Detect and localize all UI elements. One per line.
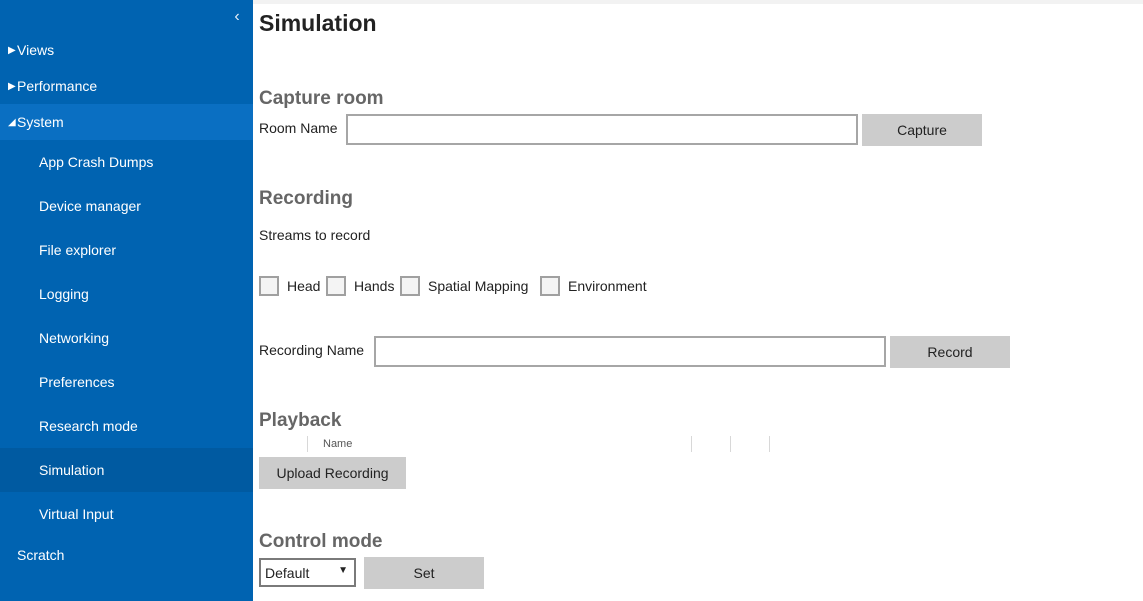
column-separator [307, 436, 308, 452]
recording-name-label: Recording Name [259, 342, 365, 358]
recording-name-input[interactable] [374, 336, 886, 367]
nav-item-system[interactable]: ◢ System [0, 104, 253, 140]
room-name-label: Room Name [259, 120, 338, 136]
nav-item-label: Device manager [39, 198, 141, 214]
recording-heading: Recording [259, 188, 353, 209]
page-title: Simulation [259, 10, 377, 36]
nav-item-label: File explorer [39, 242, 117, 258]
nav-item-performance[interactable]: ▶ Performance [0, 68, 253, 104]
nav-item-label: Performance [17, 78, 98, 94]
control-mode-heading: Control mode [259, 531, 383, 552]
nav-item-label: Preferences [39, 374, 115, 390]
nav-item-research-mode[interactable]: Research mode [0, 404, 253, 448]
column-separator [730, 436, 731, 452]
environment-checkbox-label: Environment [568, 278, 647, 294]
nav-item-label: Scratch [17, 547, 65, 563]
set-button[interactable]: Set [364, 557, 484, 589]
column-separator [769, 436, 770, 452]
nav-item-virtual-input[interactable]: Virtual Input [0, 492, 253, 536]
capture-button[interactable]: Capture [862, 114, 982, 146]
nav-item-device-manager[interactable]: Device manager [0, 184, 253, 228]
dropdown-arrow-icon: ▼ [338, 565, 348, 576]
top-divider [253, 0, 1143, 4]
hands-checkbox-label: Hands [354, 278, 395, 294]
spatial-mapping-checkbox[interactable] [400, 276, 420, 296]
nav-item-preferences[interactable]: Preferences [0, 360, 253, 404]
environment-checkbox[interactable] [540, 276, 560, 296]
nav-item-label: App Crash Dumps [39, 154, 154, 170]
name-column-header[interactable]: Name [323, 438, 352, 450]
nav-item-label: Logging [39, 286, 89, 302]
nav-item-logging[interactable]: Logging [0, 272, 253, 316]
playback-heading: Playback [259, 410, 342, 431]
nav-item-label: Simulation [39, 462, 105, 478]
playback-table-header: Name [259, 434, 779, 454]
hands-checkbox[interactable] [326, 276, 346, 296]
control-mode-selected-value: Default [265, 564, 310, 581]
head-checkbox-label: Head [287, 278, 321, 294]
capture-room-heading: Capture room [259, 88, 384, 109]
nav-item-app-crash-dumps[interactable]: App Crash Dumps [0, 140, 253, 184]
collapse-triangle-icon: ◢ [8, 116, 16, 128]
nav-item-networking[interactable]: Networking [0, 316, 253, 360]
streams-to-record-label: Streams to record [259, 227, 371, 243]
sidebar: ‹ ▶ Views ▶ Performance ◢ System App Cra… [0, 0, 253, 601]
head-checkbox[interactable] [259, 276, 279, 296]
collapse-sidebar-icon[interactable]: ‹ [229, 8, 245, 26]
nav-item-simulation[interactable]: Simulation [0, 448, 253, 492]
upload-recording-button[interactable]: Upload Recording [259, 457, 406, 489]
nav-item-scratch[interactable]: Scratch [0, 536, 253, 574]
expand-triangle-icon: ▶ [8, 44, 16, 56]
record-button[interactable]: Record [890, 336, 1010, 368]
nav-item-label: Networking [39, 330, 110, 346]
nav-item-label: Views [17, 42, 55, 58]
expand-triangle-icon: ▶ [8, 80, 16, 92]
control-mode-select[interactable]: Default ▼ [259, 558, 356, 587]
spatial-mapping-checkbox-label: Spatial Mapping [428, 278, 529, 294]
nav-item-label: Virtual Input [39, 506, 114, 522]
nav-item-views[interactable]: ▶ Views [0, 32, 253, 68]
column-separator [691, 436, 692, 452]
nav-item-label: Research mode [39, 418, 138, 434]
nav-item-file-explorer[interactable]: File explorer [0, 228, 253, 272]
room-name-input[interactable] [346, 114, 858, 145]
nav-item-label: System [17, 114, 64, 130]
